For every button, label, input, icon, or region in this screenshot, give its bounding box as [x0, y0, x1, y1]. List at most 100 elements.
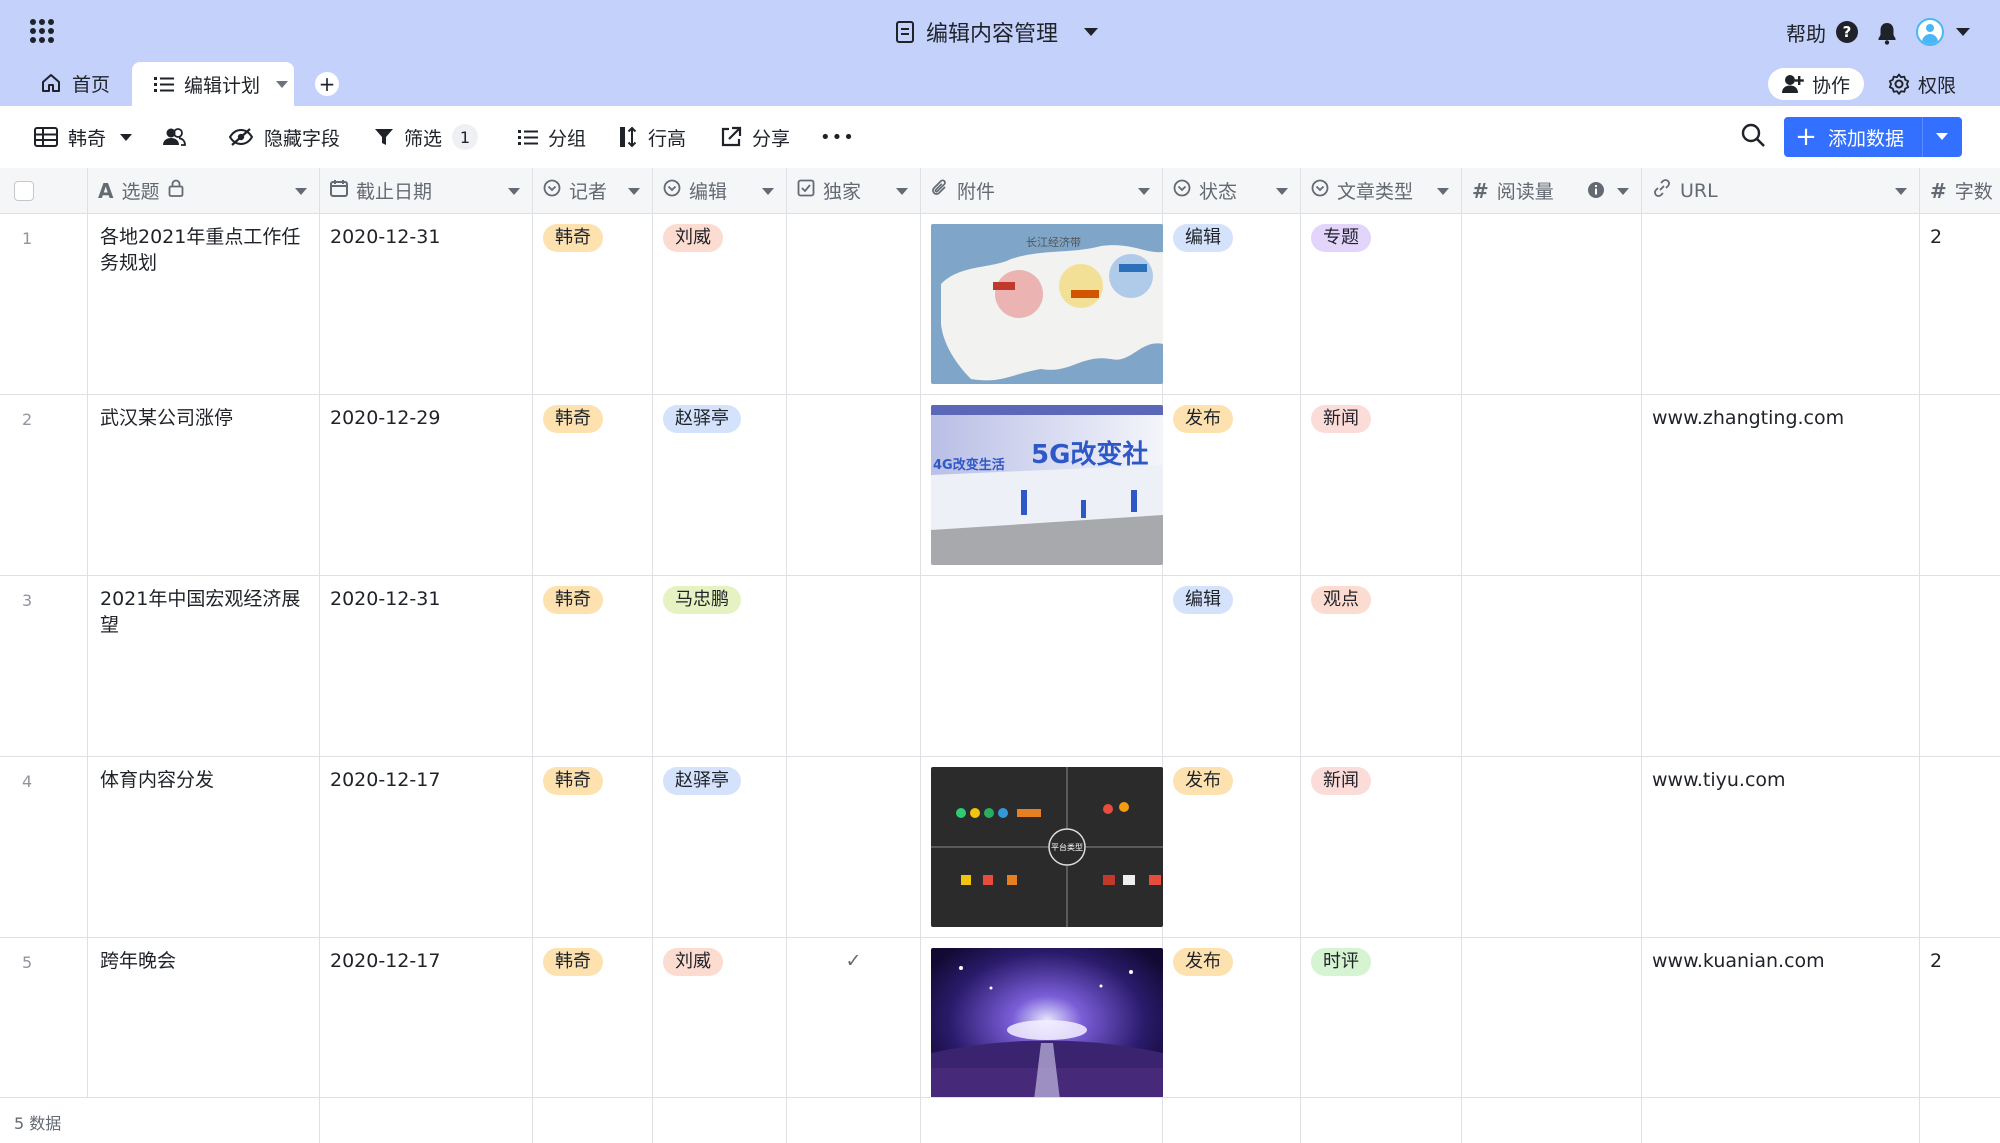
- column-menu-chevron-icon[interactable]: [1437, 188, 1449, 195]
- attachment-thumbnail[interactable]: 4G改变生活 5G改变社: [931, 405, 1163, 565]
- word-count-cell[interactable]: [1920, 757, 2000, 937]
- editor-cell[interactable]: 马忠鹏: [653, 576, 787, 756]
- help-link[interactable]: 帮助: [1786, 18, 1826, 47]
- type-cell[interactable]: 观点: [1301, 576, 1462, 756]
- exclusive-cell[interactable]: ✓: [787, 938, 921, 1118]
- column-header[interactable]: URL: [1642, 168, 1920, 214]
- tab-menu-chevron-icon[interactable]: [276, 80, 289, 88]
- title-cell[interactable]: 跨年晚会: [88, 938, 320, 1118]
- title-cell[interactable]: 武汉某公司涨停: [88, 395, 320, 575]
- reporter-cell[interactable]: 韩奇: [533, 214, 653, 394]
- filter-button[interactable]: 筛选 1: [374, 120, 479, 154]
- editor-cell[interactable]: 赵驿亭: [653, 395, 787, 575]
- add-data-menu-chevron-icon[interactable]: [1936, 133, 1948, 140]
- tab-home[interactable]: 首页: [40, 60, 110, 106]
- exclusive-cell[interactable]: [787, 576, 921, 756]
- notification-bell-icon[interactable]: [1876, 21, 1898, 45]
- reads-cell[interactable]: [1462, 395, 1642, 575]
- reporter-cell[interactable]: 韩奇: [533, 576, 653, 756]
- column-header[interactable]: 记者: [533, 168, 653, 214]
- editor-cell[interactable]: 刘威: [653, 938, 787, 1118]
- date-cell[interactable]: 2020-12-31: [320, 214, 533, 394]
- column-menu-chevron-icon[interactable]: [1617, 188, 1629, 195]
- more-options-button[interactable]: •••: [820, 120, 855, 154]
- column-header[interactable]: # 阅读量: [1462, 168, 1642, 214]
- column-header[interactable]: 编辑: [653, 168, 787, 214]
- status-cell[interactable]: 编辑: [1163, 576, 1301, 756]
- title-cell[interactable]: 体育内容分发: [88, 757, 320, 937]
- column-header[interactable]: # 字数: [1920, 168, 2000, 214]
- column-header[interactable]: 独家: [787, 168, 921, 214]
- column-menu-chevron-icon[interactable]: [1895, 188, 1907, 195]
- select-all-checkbox[interactable]: [14, 180, 34, 201]
- word-count-cell[interactable]: [1920, 576, 2000, 756]
- title-cell[interactable]: 2021年中国宏观经济展望: [88, 576, 320, 756]
- reads-cell[interactable]: [1462, 938, 1642, 1118]
- tab-edit-plan[interactable]: 编辑计划: [132, 62, 294, 106]
- add-data-button[interactable]: + 添加数据: [1784, 117, 1962, 157]
- column-header[interactable]: 附件: [921, 168, 1163, 214]
- title-cell[interactable]: 各地2021年重点工作任务规划: [88, 214, 320, 394]
- column-menu-chevron-icon[interactable]: [896, 188, 908, 195]
- app-launcher-icon[interactable]: [30, 19, 54, 43]
- column-header[interactable]: 截止日期: [320, 168, 533, 214]
- user-avatar[interactable]: [1916, 18, 1944, 46]
- help-icon[interactable]: ?: [1836, 21, 1858, 43]
- info-icon[interactable]: [1587, 181, 1605, 204]
- reads-cell[interactable]: [1462, 757, 1642, 937]
- reporter-cell[interactable]: 韩奇: [533, 757, 653, 937]
- column-header[interactable]: A 选题: [88, 168, 320, 214]
- date-cell[interactable]: 2020-12-29: [320, 395, 533, 575]
- attachment-thumbnail[interactable]: 长江经济带: [931, 224, 1163, 384]
- exclusive-cell[interactable]: [787, 395, 921, 575]
- attachment-thumbnail[interactable]: 平台类型: [931, 767, 1163, 927]
- url-cell[interactable]: www.zhangting.com: [1642, 395, 1920, 575]
- column-menu-chevron-icon[interactable]: [1276, 188, 1288, 195]
- status-cell[interactable]: 发布: [1163, 757, 1301, 937]
- hide-fields-button[interactable]: 隐藏字段: [228, 120, 340, 154]
- date-cell[interactable]: 2020-12-17: [320, 757, 533, 937]
- reporter-cell[interactable]: 韩奇: [533, 938, 653, 1118]
- view-switcher[interactable]: 韩奇: [34, 120, 133, 154]
- attachment-thumbnail[interactable]: [931, 948, 1163, 1108]
- avatar-menu-chevron-icon[interactable]: [1956, 28, 1970, 36]
- date-cell[interactable]: 2020-12-17: [320, 938, 533, 1118]
- date-cell[interactable]: 2020-12-31: [320, 576, 533, 756]
- type-cell[interactable]: 新闻: [1301, 395, 1462, 575]
- attachment-cell[interactable]: 平台类型: [921, 757, 1163, 937]
- column-header[interactable]: 状态: [1163, 168, 1301, 214]
- status-cell[interactable]: 发布: [1163, 395, 1301, 575]
- url-cell[interactable]: www.kuanian.com: [1642, 938, 1920, 1118]
- word-count-cell[interactable]: 2: [1920, 938, 2000, 1118]
- editor-cell[interactable]: 刘威: [653, 214, 787, 394]
- reads-cell[interactable]: [1462, 576, 1642, 756]
- column-header[interactable]: 文章类型: [1301, 168, 1462, 214]
- column-menu-chevron-icon[interactable]: [508, 188, 520, 195]
- url-cell[interactable]: [1642, 214, 1920, 394]
- add-tab-button[interactable]: +: [315, 72, 339, 96]
- column-menu-chevron-icon[interactable]: [628, 188, 640, 195]
- attachment-cell[interactable]: [921, 938, 1163, 1118]
- word-count-cell[interactable]: 2: [1920, 214, 2000, 394]
- url-cell[interactable]: www.tiyu.com: [1642, 757, 1920, 937]
- type-cell[interactable]: 新闻: [1301, 757, 1462, 937]
- group-button[interactable]: 分组: [518, 120, 586, 154]
- word-count-cell[interactable]: [1920, 395, 2000, 575]
- type-cell[interactable]: 时评: [1301, 938, 1462, 1118]
- exclusive-cell[interactable]: [787, 757, 921, 937]
- share-button[interactable]: 分享: [720, 120, 790, 154]
- collaborate-button[interactable]: 协作: [1768, 68, 1865, 100]
- reads-cell[interactable]: [1462, 214, 1642, 394]
- reporter-cell[interactable]: 韩奇: [533, 395, 653, 575]
- row-height-button[interactable]: 行高: [618, 120, 686, 154]
- search-icon[interactable]: [1740, 122, 1766, 148]
- type-cell[interactable]: 专题: [1301, 214, 1462, 394]
- doc-title-switcher[interactable]: 编辑内容管理: [896, 14, 1099, 50]
- attachment-cell[interactable]: [921, 576, 1163, 756]
- column-menu-chevron-icon[interactable]: [1138, 188, 1150, 195]
- status-cell[interactable]: 发布: [1163, 938, 1301, 1118]
- column-menu-chevron-icon[interactable]: [762, 188, 774, 195]
- editor-cell[interactable]: 赵驿亭: [653, 757, 787, 937]
- attachment-cell[interactable]: 长江经济带: [921, 214, 1163, 394]
- exclusive-cell[interactable]: [787, 214, 921, 394]
